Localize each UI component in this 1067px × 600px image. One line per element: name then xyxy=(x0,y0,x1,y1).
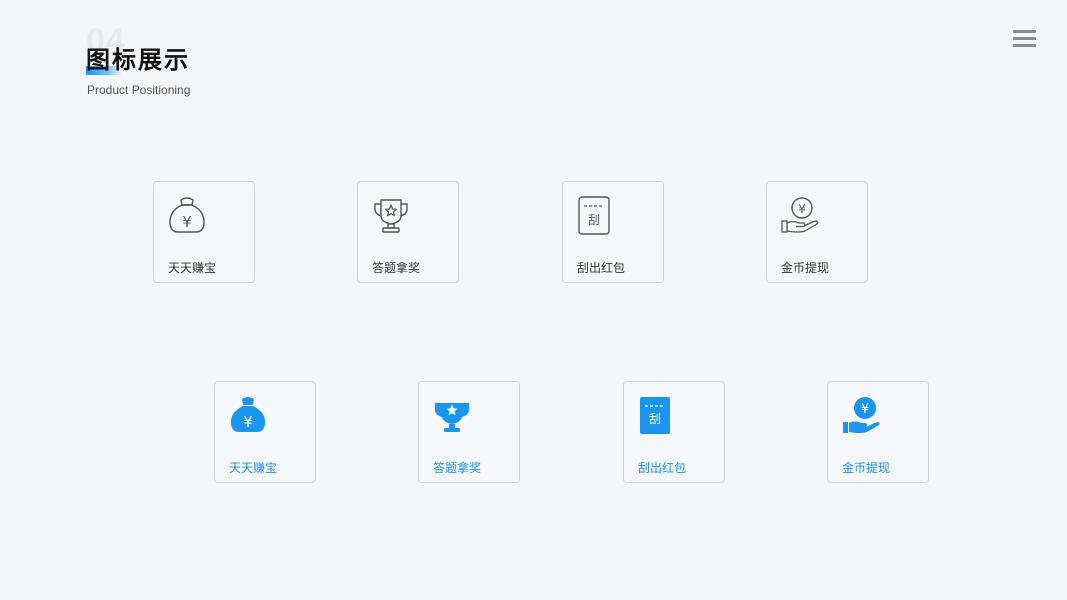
page-subtitle: Product Positioning xyxy=(87,83,191,97)
icon-label: 答题拿奖 xyxy=(372,261,421,275)
icon-card-outline-trophy[interactable]: 答题拿奖 xyxy=(357,181,459,283)
icon-card-filled-money-bag[interactable]: ¥ 天天赚宝 xyxy=(214,381,316,483)
icon-label: 刮出红包 xyxy=(638,461,687,475)
icon-label: 金币提现 xyxy=(781,261,830,275)
scratch-glyph: 刮 xyxy=(588,213,600,227)
icon-label: 天天赚宝 xyxy=(168,261,217,275)
svg-text:¥: ¥ xyxy=(798,202,806,216)
icon-label: 金币提现 xyxy=(842,461,891,475)
svg-text:¥: ¥ xyxy=(182,213,192,231)
menu-icon[interactable] xyxy=(1013,30,1036,48)
scratch-card-icon: 刮 xyxy=(578,196,610,235)
page-title: 图标展示 xyxy=(86,46,190,74)
scratch-glyph: 刮 xyxy=(649,412,661,426)
icon-card-outline-coin-hand[interactable]: ¥ 金币提现 xyxy=(766,181,868,283)
svg-text:¥: ¥ xyxy=(861,402,869,417)
icon-card-outline-scratch-card[interactable]: 刮 刮出红包 xyxy=(562,181,664,283)
money-bag-icon: ¥ xyxy=(230,397,266,432)
trophy-icon xyxy=(435,403,469,432)
icon-label: 答题拿奖 xyxy=(433,461,482,475)
icon-card-filled-scratch-card[interactable]: 刮 刮出红包 xyxy=(623,381,725,483)
icon-card-outline-money-bag[interactable]: ¥ 天天赚宝 xyxy=(153,181,255,283)
money-bag-icon: ¥ xyxy=(169,197,205,233)
icon-card-filled-trophy[interactable]: 答题拿奖 xyxy=(418,381,520,483)
icon-label: 天天赚宝 xyxy=(229,461,278,475)
coin-hand-icon: ¥ xyxy=(843,397,880,433)
icon-label: 刮出红包 xyxy=(577,261,626,275)
svg-text:¥: ¥ xyxy=(243,413,253,431)
trophy-icon xyxy=(374,199,408,233)
coin-hand-icon: ¥ xyxy=(781,197,819,233)
icon-card-filled-coin-hand[interactable]: ¥ 金币提现 xyxy=(827,381,929,483)
scratch-card-icon: 刮 xyxy=(640,397,670,434)
